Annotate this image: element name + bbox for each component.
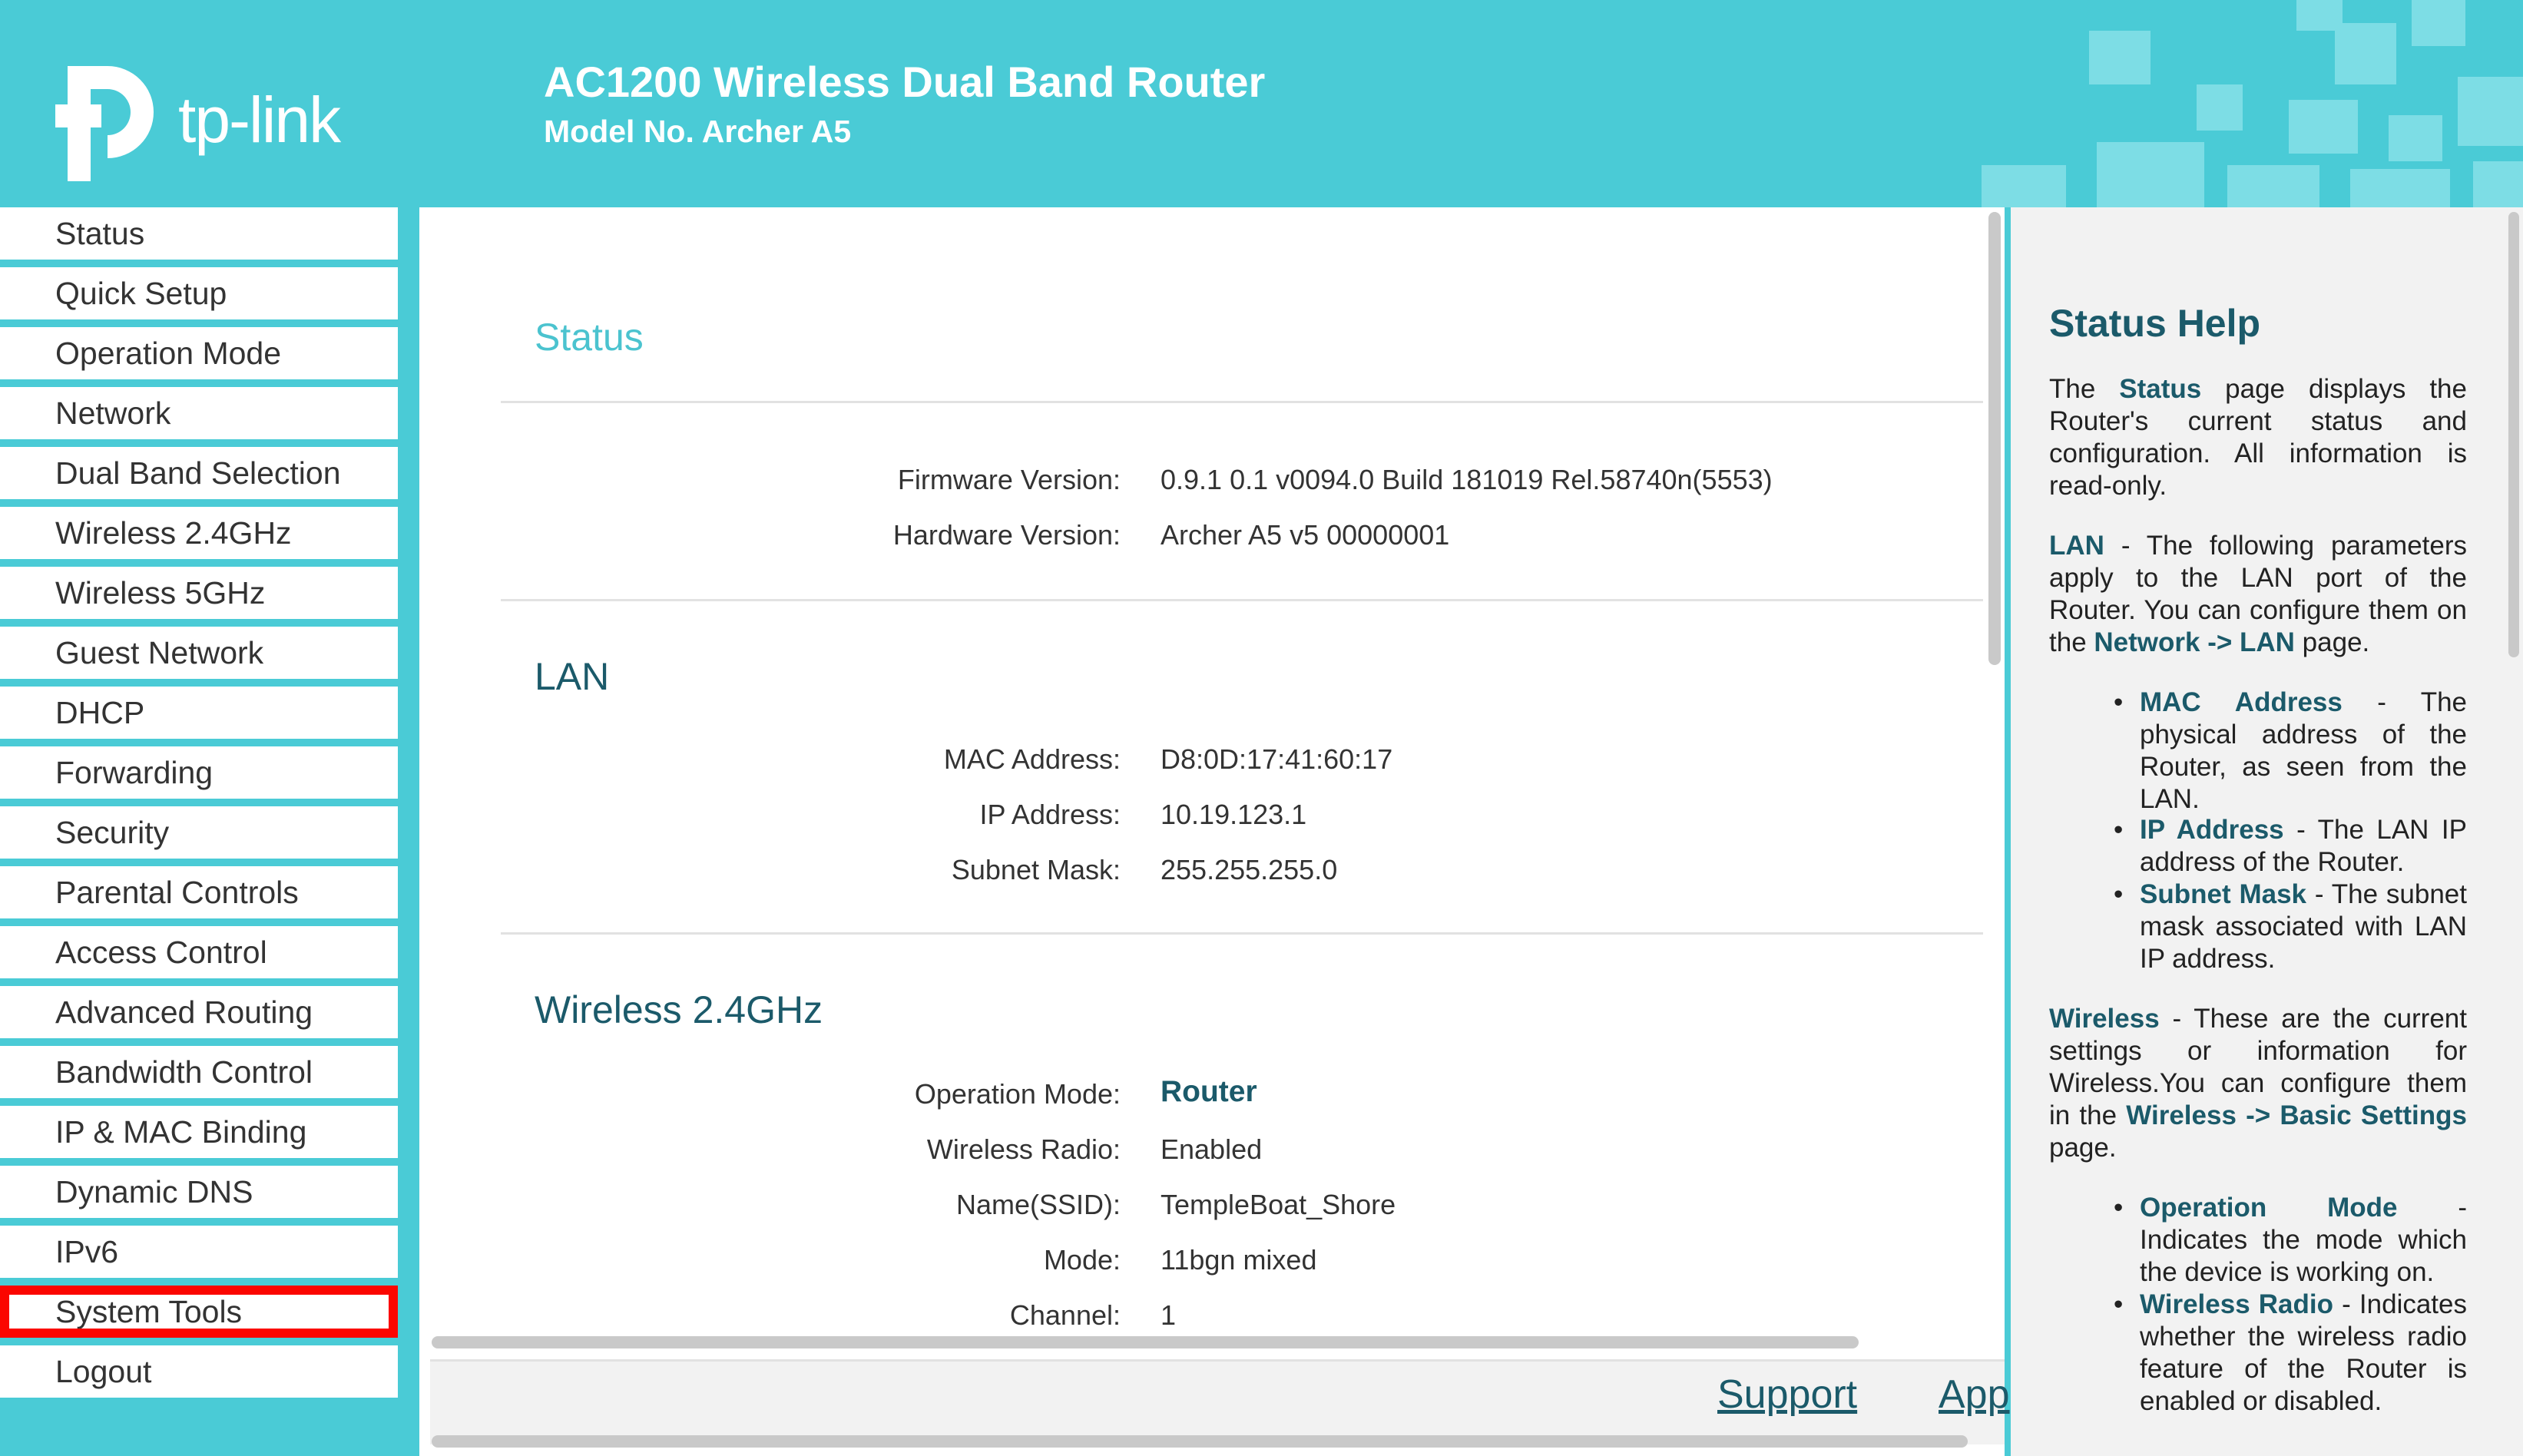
- ip-address-value: 10.19.123.1: [1161, 799, 1307, 830]
- sidebar-item-ipv6[interactable]: IPv6: [0, 1226, 398, 1278]
- sidebar-item-access-control[interactable]: Access Control: [0, 926, 398, 978]
- wireless-radio-value: Enabled: [1161, 1133, 1263, 1165]
- help-status-paragraph: The Status page displays the Router's cu…: [2049, 374, 2467, 501]
- page-horizontal-scrollbar[interactable]: [432, 1435, 1968, 1448]
- tp-link-logo: tp-link: [54, 58, 361, 181]
- app-link[interactable]: App: [1939, 1372, 2010, 1418]
- sidebar-item-quick-setup[interactable]: Quick Setup: [0, 267, 398, 319]
- tp-link-logo-icon: [55, 66, 154, 181]
- mac-address-label: MAC Address:: [943, 743, 1121, 775]
- sidebar-item-advanced-routing[interactable]: Advanced Routing: [0, 986, 398, 1038]
- help-vertical-scrollbar[interactable]: [2508, 212, 2519, 657]
- sidebar-item-security[interactable]: Security: [0, 806, 398, 859]
- sidebar-item-forwarding[interactable]: Forwarding: [0, 746, 398, 799]
- hardware-version-value: Archer A5 v5 00000001: [1161, 519, 1450, 551]
- operation-mode-value: Router: [1161, 1075, 1257, 1108]
- router-model: Model No. Archer A5: [544, 114, 852, 149]
- bullet: •: [2114, 1289, 2124, 1319]
- ssid-value: TempleBoat_Shore: [1161, 1189, 1396, 1220]
- logo-wordmark: tp-link: [178, 84, 341, 156]
- status-section-title: Status: [535, 316, 644, 359]
- wireless-radio-label: Wireless Radio:: [926, 1133, 1121, 1165]
- help-wl-item-operation-mode: Operation Mode - Indicates the mode whic…: [2140, 1193, 2467, 1287]
- main-horizontal-scrollbar[interactable]: [432, 1336, 1859, 1348]
- firmware-version-label: Firmware Version:: [897, 464, 1121, 495]
- help-wl-item-wireless-radio: Wireless Radio - Indicates whether the w…: [2140, 1289, 2467, 1416]
- sidebar-item-system-tools[interactable]: System Tools: [0, 1286, 398, 1338]
- sidebar-item-bandwidth-control[interactable]: Bandwidth Control: [0, 1046, 398, 1098]
- wireless-24ghz-section-title: Wireless 2.4GHz: [535, 988, 823, 1031]
- sidebar-item-parental-controls[interactable]: Parental Controls: [0, 866, 398, 918]
- ip-address-label: IP Address:: [979, 799, 1121, 830]
- help-lan-item-mask: Subnet Mask - The subnet mask associated…: [2140, 879, 2467, 974]
- sidebar-item-status[interactable]: Status: [0, 207, 398, 260]
- help-lan-paragraph: LAN - The following parameters apply to …: [2049, 531, 2467, 657]
- main-vertical-scrollbar[interactable]: [1988, 212, 2001, 665]
- operation-mode-label: Operation Mode:: [914, 1078, 1121, 1110]
- bullet: •: [2114, 687, 2124, 717]
- divider: [501, 401, 1983, 403]
- mac-address-value: D8:0D:17:41:60:17: [1161, 743, 1393, 775]
- sidebar-item-wireless-24ghz[interactable]: Wireless 2.4GHz: [0, 507, 398, 559]
- bullet: •: [2114, 1193, 2124, 1223]
- bullet: •: [2114, 879, 2124, 909]
- subnet-mask-value: 255.255.255.0: [1161, 854, 1338, 885]
- sidebar-item-dynamic-dns[interactable]: Dynamic DNS: [0, 1166, 398, 1218]
- channel-label: Channel:: [1009, 1299, 1121, 1331]
- help-lan-item-ip: IP Address - The LAN IP address of the R…: [2140, 815, 2467, 877]
- bullet: •: [2114, 815, 2124, 845]
- sidebar-item-logout[interactable]: Logout: [0, 1345, 398, 1398]
- help-wireless-paragraph: Wireless - These are the current setting…: [2049, 1004, 2467, 1163]
- sidebar-item-guest-network[interactable]: Guest Network: [0, 627, 398, 679]
- channel-value: 1: [1161, 1299, 1177, 1331]
- mode-label: Mode:: [1043, 1244, 1121, 1276]
- mode-value: 11bgn mixed: [1161, 1244, 1317, 1276]
- lan-section-title: LAN: [535, 655, 610, 698]
- page-header: tp-link AC1200 Wireless Dual Band Router…: [0, 0, 2523, 207]
- firmware-version-value: 0.9.1 0.1 v0094.0 Build 181019 Rel.58740…: [1161, 464, 1773, 495]
- sidebar-item-dual-band-selection[interactable]: Dual Band Selection: [0, 447, 398, 499]
- support-link[interactable]: Support: [1717, 1372, 1857, 1418]
- divider: [501, 932, 1983, 935]
- help-lan-item-mac: MAC Address - The physical address of th…: [2140, 687, 2468, 814]
- sidebar-item-ip-mac-binding[interactable]: IP & MAC Binding: [0, 1106, 398, 1158]
- sidebar-item-network[interactable]: Network: [0, 387, 398, 439]
- divider: [501, 599, 1983, 601]
- hardware-version-label: Hardware Version:: [892, 519, 1121, 551]
- router-title: AC1200 Wireless Dual Band Router: [544, 58, 1266, 106]
- subnet-mask-label: Subnet Mask:: [951, 854, 1121, 885]
- help-title: Status Help: [2049, 302, 2261, 345]
- ssid-label: Name(SSID):: [955, 1189, 1121, 1220]
- sidebar-item-wireless-5ghz[interactable]: Wireless 5GHz: [0, 567, 398, 619]
- sidebar-item-operation-mode[interactable]: Operation Mode: [0, 327, 398, 379]
- sidebar-item-dhcp[interactable]: DHCP: [0, 687, 398, 739]
